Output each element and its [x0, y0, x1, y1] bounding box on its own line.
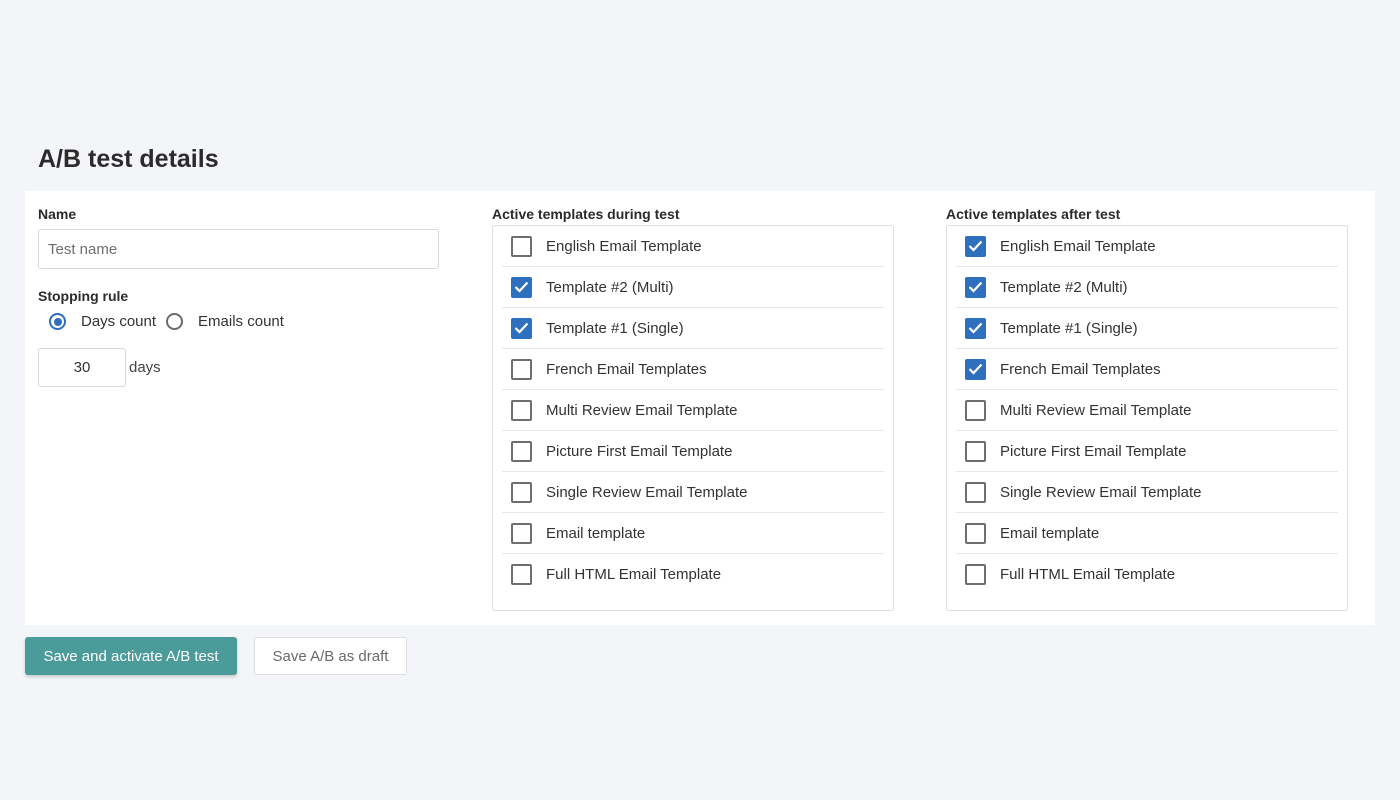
- checkmark-icon: [968, 240, 983, 252]
- template-row[interactable]: Multi Review Email Template: [956, 390, 1338, 431]
- template-row[interactable]: Picture First Email Template: [502, 431, 884, 472]
- template-checkbox[interactable]: [965, 481, 986, 503]
- template-checkbox[interactable]: [965, 276, 986, 298]
- template-row[interactable]: English Email Template: [956, 226, 1338, 267]
- days-count-label[interactable]: Days count: [81, 313, 156, 330]
- checkmark-icon: [968, 281, 983, 293]
- days-count-radio[interactable]: [49, 313, 66, 330]
- template-row[interactable]: Full HTML Email Template: [502, 554, 884, 595]
- template-row[interactable]: Picture First Email Template: [956, 431, 1338, 472]
- template-label: English Email Template: [546, 237, 702, 255]
- template-checkbox[interactable]: [511, 440, 532, 462]
- days-unit-label: days: [129, 359, 161, 376]
- days-count-input[interactable]: [38, 348, 126, 387]
- template-row[interactable]: English Email Template: [502, 226, 884, 267]
- template-row[interactable]: Single Review Email Template: [502, 472, 884, 513]
- template-checkbox[interactable]: [965, 399, 986, 421]
- template-label: Picture First Email Template: [1000, 442, 1187, 460]
- template-row[interactable]: Full HTML Email Template: [956, 554, 1338, 595]
- template-checkbox[interactable]: [965, 522, 986, 544]
- template-label: Multi Review Email Template: [546, 401, 738, 419]
- template-row[interactable]: Template #2 (Multi): [956, 267, 1338, 308]
- template-row[interactable]: Template #1 (Single): [956, 308, 1338, 349]
- template-label: Template #2 (Multi): [546, 278, 674, 296]
- stopping-rule-label: Stopping rule: [38, 288, 129, 304]
- template-label: Template #2 (Multi): [1000, 278, 1128, 296]
- template-row[interactable]: Multi Review Email Template: [502, 390, 884, 431]
- template-row[interactable]: French Email Templates: [956, 349, 1338, 390]
- stopping-rule-options: Days count Emails count: [49, 313, 294, 330]
- checkmark-icon: [514, 281, 529, 293]
- template-row[interactable]: Single Review Email Template: [956, 472, 1338, 513]
- template-label: Single Review Email Template: [1000, 483, 1202, 501]
- template-row[interactable]: Template #1 (Single): [502, 308, 884, 349]
- template-checkbox[interactable]: [965, 440, 986, 462]
- template-row[interactable]: French Email Templates: [502, 349, 884, 390]
- name-label: Name: [38, 206, 77, 222]
- emails-count-label[interactable]: Emails count: [198, 313, 284, 330]
- page-title: A/B test details: [38, 145, 219, 173]
- checkmark-icon: [514, 322, 529, 334]
- test-name-input[interactable]: [38, 229, 439, 269]
- template-checkbox[interactable]: [511, 399, 532, 421]
- checkmark-icon: [968, 363, 983, 375]
- after-templates-label: Active templates after test: [946, 206, 1121, 222]
- template-label: Template #1 (Single): [1000, 319, 1138, 337]
- template-label: Template #1 (Single): [546, 319, 684, 337]
- save-as-draft-button[interactable]: Save A/B as draft: [254, 637, 407, 675]
- template-checkbox[interactable]: [511, 481, 532, 503]
- during-templates-list: English Email Template Template #2 (Multi…: [492, 225, 894, 611]
- template-label: Full HTML Email Template: [546, 566, 722, 583]
- template-label: French Email Templates: [546, 360, 707, 378]
- template-row[interactable]: Email template: [502, 513, 884, 554]
- template-label: Picture First Email Template: [546, 442, 733, 460]
- template-label: Single Review Email Template: [546, 483, 748, 501]
- template-row[interactable]: Template #2 (Multi): [502, 267, 884, 308]
- template-label: Full HTML Email Template: [1000, 566, 1176, 583]
- emails-count-radio[interactable]: [166, 313, 184, 330]
- template-checkbox[interactable]: [965, 317, 986, 339]
- save-and-activate-button[interactable]: Save and activate A/B test: [25, 637, 237, 675]
- template-label: Email template: [1000, 524, 1100, 542]
- ab-test-form-panel: Name Stopping rule Days count Emails cou…: [25, 191, 1375, 625]
- template-checkbox[interactable]: [511, 358, 532, 380]
- template-checkbox[interactable]: [511, 235, 532, 257]
- template-row[interactable]: Email template: [956, 513, 1338, 554]
- template-checkbox[interactable]: [511, 317, 532, 339]
- template-checkbox[interactable]: [511, 564, 532, 585]
- template-label: Email template: [546, 524, 646, 542]
- template-checkbox[interactable]: [965, 564, 986, 585]
- template-label: English Email Template: [1000, 237, 1156, 255]
- template-checkbox[interactable]: [965, 235, 986, 257]
- checkmark-icon: [968, 322, 983, 334]
- template-checkbox[interactable]: [965, 358, 986, 380]
- template-checkbox[interactable]: [511, 522, 532, 544]
- after-templates-list: English Email Template Template #2 (Multi…: [946, 225, 1348, 611]
- during-templates-label: Active templates during test: [492, 206, 680, 222]
- template-label: French Email Templates: [1000, 360, 1161, 378]
- template-label: Multi Review Email Template: [1000, 401, 1192, 419]
- template-checkbox[interactable]: [511, 276, 532, 298]
